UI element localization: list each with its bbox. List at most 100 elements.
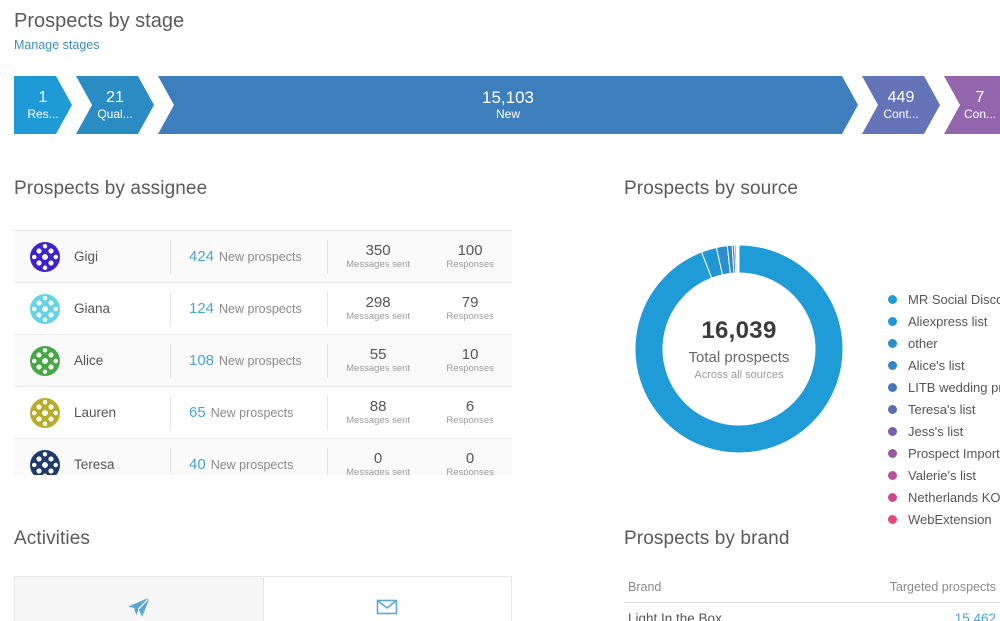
assignee-row[interactable]: Alice 108 New prospects 55 Messages sent 10 Re… (14, 335, 512, 387)
assignee-row[interactable]: Teresa 40 New prospects 0 Messages sent 0 Resp… (14, 439, 512, 475)
stat-messages-sent: 55 Messages sent (346, 346, 411, 375)
assignee-row[interactable]: Gigi 424 New prospects 350 Messages sent 100 R… (14, 231, 512, 283)
source-legend: MR Social Disco. Aliexpress list other Alic… (888, 288, 1000, 530)
legend-item[interactable]: Netherlands KO (888, 486, 1000, 508)
new-prospects-value: 124 (189, 300, 215, 317)
new-prospects-value: 424 (189, 248, 215, 265)
funnel-stage-label: Con... (963, 107, 996, 121)
new-prospects-value: 65 (189, 404, 206, 421)
assignee-name: Lauren (74, 405, 117, 420)
source-title: Prospects by source (624, 178, 799, 199)
assignee-new-prospects: 40 New prospects (170, 447, 327, 475)
funnel-stage-label: New (495, 107, 520, 121)
assignee-stats: 350 Messages sent 100 Responses (327, 239, 512, 274)
tab-emails[interactable] (264, 577, 512, 621)
assignee-name: Giana (74, 301, 111, 316)
assignee-stats: 0 Messages sent 0 Responses (327, 447, 512, 475)
stat-value: 350 (365, 241, 391, 259)
assignee-section: Prospects by assignee Gigi 424 New prospec… (14, 178, 512, 475)
funnel-stage-4[interactable]: 7 Con... (944, 76, 1000, 134)
stat-messages-sent: 298 Messages sent (346, 294, 410, 323)
stat-label: Responses (446, 258, 494, 270)
source-section: Prospects by source 16,039 Total prospec… (624, 178, 1000, 527)
source-donut-chart: 16,039 Total prospects Across all source… (624, 226, 1000, 527)
assignee-row[interactable]: Giana 124 New prospects 298 Messages sent 79 R… (14, 283, 512, 335)
assignee-new-prospects: 108 New prospects (170, 343, 327, 378)
funnel-stage-0[interactable]: 1 Res... (14, 76, 72, 134)
legend-label: other (908, 335, 938, 351)
manage-stages-link[interactable]: Manage stages (14, 38, 99, 52)
stat-messages-sent: 350 Messages sent (346, 241, 411, 271)
legend-color-dot (888, 382, 897, 392)
legend-item[interactable]: other (888, 332, 1000, 354)
stat-label: Responses (446, 414, 494, 426)
legend-label: WebExtension (908, 511, 992, 527)
stat-value: 0 (465, 449, 475, 467)
legend-label: MR Social Disco. (908, 291, 1000, 307)
legend-color-dot (888, 316, 897, 326)
stat-messages-sent: 88 Messages sent (346, 397, 411, 427)
legend-color-dot (888, 404, 897, 414)
funnel-stage-label: Res... (27, 107, 59, 121)
legend-item[interactable]: Teresa's list (888, 398, 1000, 420)
funnel-stage-value: 449 (887, 89, 915, 106)
funnel-stage-value: 21 (106, 89, 124, 106)
legend-item[interactable]: Valerie's list (888, 464, 1000, 486)
stat-messages-sent: 0 Messages sent (346, 450, 410, 475)
activities-tabs (14, 576, 512, 621)
tab-messages-sent[interactable] (15, 577, 264, 621)
activities-title: Activities (14, 528, 90, 549)
funnel-stage-3[interactable]: 449 Cont... (862, 76, 940, 134)
stat-label: Messages sent (346, 362, 411, 374)
legend-item[interactable]: Jess's list (888, 420, 1000, 442)
brand-table: Brand Targeted prospects Light In the Bo… (624, 580, 1000, 621)
legend-label: Prospect Import (908, 445, 1000, 461)
new-prospects-label: New prospects (210, 405, 294, 420)
funnel-stage-2[interactable]: 15,103 New (158, 76, 858, 134)
legend-color-dot (888, 338, 897, 348)
donut-slice[interactable] (634, 244, 844, 454)
avatar (30, 293, 60, 324)
legend-item[interactable]: LITB wedding pr (888, 376, 1000, 398)
legend-label: LITB wedding pr (908, 379, 1000, 395)
stat-label: Messages sent (346, 258, 411, 270)
legend-label: Netherlands KO (908, 489, 1000, 505)
stat-responses: 6 Responses (446, 398, 494, 427)
legend-item[interactable]: Prospect Import (888, 442, 1000, 464)
legend-item[interactable]: Aliexpress list (888, 310, 1000, 332)
new-prospects-label: New prospects (219, 249, 302, 264)
email-icon (376, 599, 398, 614)
funnel-stage-1[interactable]: 21 Qual... (76, 76, 154, 134)
funnel-stage-label: Qual... (97, 107, 133, 121)
funnel-stage-value: 7 (975, 89, 985, 106)
legend-label: Valerie's list (908, 467, 976, 483)
brand-table-body: Light In the Box 15,462 (624, 603, 1000, 621)
legend-item[interactable]: MR Social Disco. (888, 288, 1000, 310)
legend-item[interactable]: WebExtension (888, 508, 1000, 530)
assignee-name: Teresa (74, 457, 115, 472)
brand-title: Prospects by brand (624, 528, 790, 549)
new-prospects-label: New prospects (210, 457, 294, 472)
brand-name: Light In the Box (628, 611, 722, 621)
assignee-new-prospects: 124 New prospects (170, 291, 327, 326)
stat-value: 88 (369, 397, 387, 415)
new-prospects-label: New prospects (219, 301, 302, 316)
stat-responses: 100 Responses (446, 242, 494, 271)
assignee-stats: 298 Messages sent 79 Responses (327, 291, 512, 326)
funnel-stage-label: Cont... (883, 107, 919, 121)
brand-section: Prospects by brand Brand Targeted prospe… (624, 528, 1000, 621)
avatar (30, 345, 60, 376)
assignee-row[interactable]: Lauren 65 New prospects 88 Messages sent 6 Res… (14, 387, 512, 439)
brand-table-row[interactable]: Light In the Box 15,462 (624, 603, 1000, 621)
brand-col-name: Brand (628, 580, 662, 594)
funnel-stage-value: 15,103 (482, 88, 534, 107)
stat-label: Messages sent (346, 414, 411, 426)
activities-section: Activities (14, 528, 512, 621)
brand-table-header: Brand Targeted prospects (624, 580, 1000, 603)
legend-color-dot (888, 448, 897, 458)
prospect-stage-funnel: 1 Res... 21 Qual... 15,103 New 449 Cont... 7 Con.… (14, 76, 1000, 134)
legend-color-dot (888, 426, 897, 436)
stat-label: Responses (446, 310, 494, 322)
brand-targeted-value: 15,462 (954, 611, 996, 621)
legend-item[interactable]: Alice's list (888, 354, 1000, 376)
